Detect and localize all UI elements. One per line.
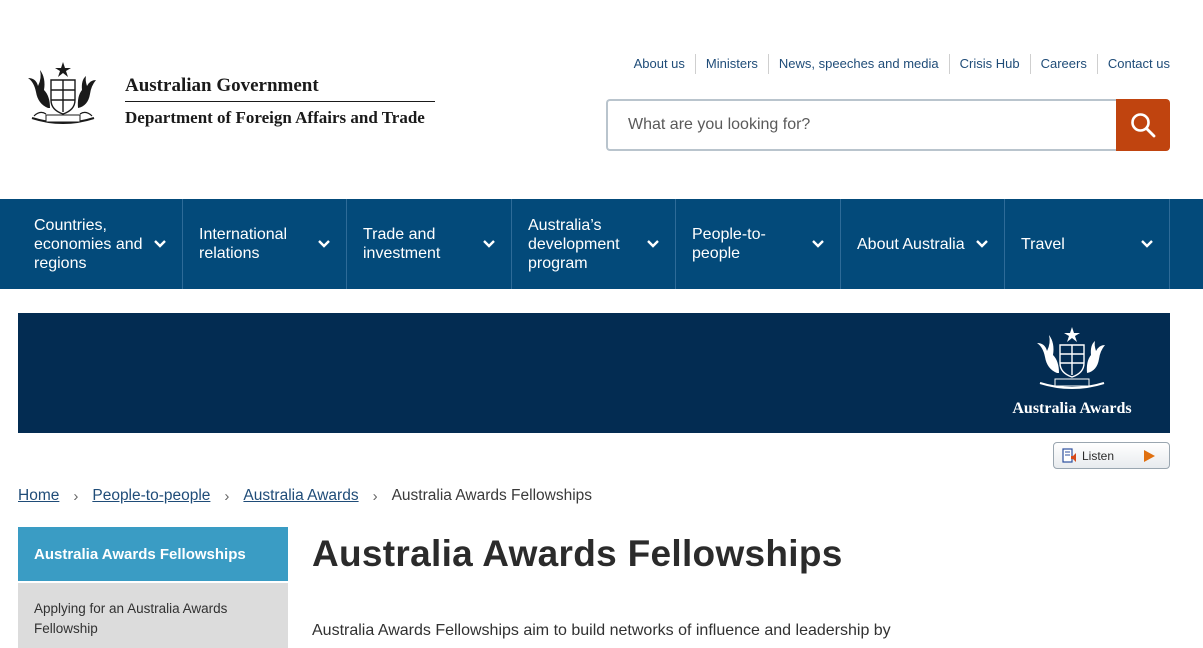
nav-item-international-relations[interactable]: International relations (183, 199, 347, 289)
side-nav: Australia Awards Fellowships Applying fo… (18, 527, 288, 648)
hero-banner: Australia Awards (18, 313, 1170, 433)
nav-item-label: Travel (1021, 235, 1065, 253)
nav-item-label: Countries, economies and regions (34, 216, 143, 272)
chevron-down-icon (318, 240, 330, 248)
search-icon (1131, 113, 1156, 138)
chevron-right-icon: › (224, 487, 230, 505)
intro-paragraph: Australia Awards Fellowships aim to buil… (312, 622, 891, 639)
side-nav-item-active[interactable]: Australia Awards Fellowships (18, 527, 288, 583)
chevron-right-icon: › (73, 487, 79, 505)
chevron-down-icon (1141, 240, 1153, 248)
nav-item-label: People-to- people (692, 226, 766, 262)
dept-title: Department of Foreign Affairs and Trade (125, 108, 425, 127)
chevron-down-icon (154, 240, 166, 248)
side-nav-item-applying[interactable]: Applying for an Australia Awards Fellows… (18, 583, 288, 648)
nav-item-label: Australia’s development program (528, 216, 620, 272)
site-search (606, 99, 1170, 151)
nav-item-trade[interactable]: Trade and investment (347, 199, 512, 289)
breadcrumb-link-home[interactable]: Home (18, 487, 59, 505)
coat-of-arms-icon (28, 62, 96, 124)
breadcrumb-current: Australia Awards Fellowships (391, 487, 593, 504)
nav-item-label: Trade and investment (363, 226, 441, 262)
utility-link-ministers[interactable]: Ministers (694, 54, 768, 74)
chevron-down-icon (976, 240, 988, 248)
coat-of-arms-icon (1037, 327, 1105, 389)
play-button[interactable] (1129, 443, 1169, 468)
nav-item-people-to-people[interactable]: People-to- people (676, 199, 841, 289)
nav-item-about-australia[interactable]: About Australia (841, 199, 1005, 289)
utility-link-about-us[interactable]: About us (624, 54, 695, 74)
nav-item-development[interactable]: Australia’s development program (512, 199, 676, 289)
chevron-down-icon (647, 240, 659, 248)
nav-item-label: About Australia (857, 235, 965, 253)
utility-link-contact-us[interactable]: Contact us (1096, 54, 1170, 74)
page-title: Australia Awards Fellowships (312, 533, 843, 574)
search-button[interactable] (1116, 99, 1170, 151)
play-icon (1144, 449, 1155, 462)
search-input[interactable] (606, 99, 1116, 151)
breadcrumb-link-people-to-people[interactable]: People-to-people (92, 487, 210, 505)
nav-item-countries[interactable]: Countries, economies and regions (18, 199, 183, 289)
site-header: Australian Government Department of Fore… (0, 0, 1203, 199)
breadcrumb-link-australia-awards[interactable]: Australia Awards (243, 487, 358, 505)
utility-nav: About us Ministers News, speeches and me… (624, 54, 1170, 74)
nav-item-label: International relations (199, 226, 288, 262)
chevron-down-icon (483, 240, 495, 248)
australia-awards-logo: Australia Awards (1002, 325, 1142, 421)
australia-awards-wordmark: Australia Awards (1012, 400, 1132, 417)
utility-link-news[interactable]: News, speeches and media (767, 54, 949, 74)
utility-link-crisis-hub[interactable]: Crisis Hub (948, 54, 1030, 74)
logo-divider (125, 101, 435, 102)
main-nav: Countries, economies and regions Interna… (0, 199, 1203, 289)
breadcrumb: Home › People-to-people › Australia Awar… (18, 486, 592, 506)
dfat-logo[interactable]: Australian Government Department of Fore… (18, 58, 438, 132)
chevron-right-icon: › (372, 487, 378, 505)
utility-link-careers[interactable]: Careers (1029, 54, 1097, 74)
chevron-down-icon (812, 240, 824, 248)
listen-button[interactable]: Listen (1053, 442, 1170, 469)
gov-title: Australian Government (125, 75, 319, 96)
nav-item-travel[interactable]: Travel (1005, 199, 1170, 289)
speaker-icon (1062, 447, 1076, 463)
listen-label: Listen (1082, 448, 1115, 463)
